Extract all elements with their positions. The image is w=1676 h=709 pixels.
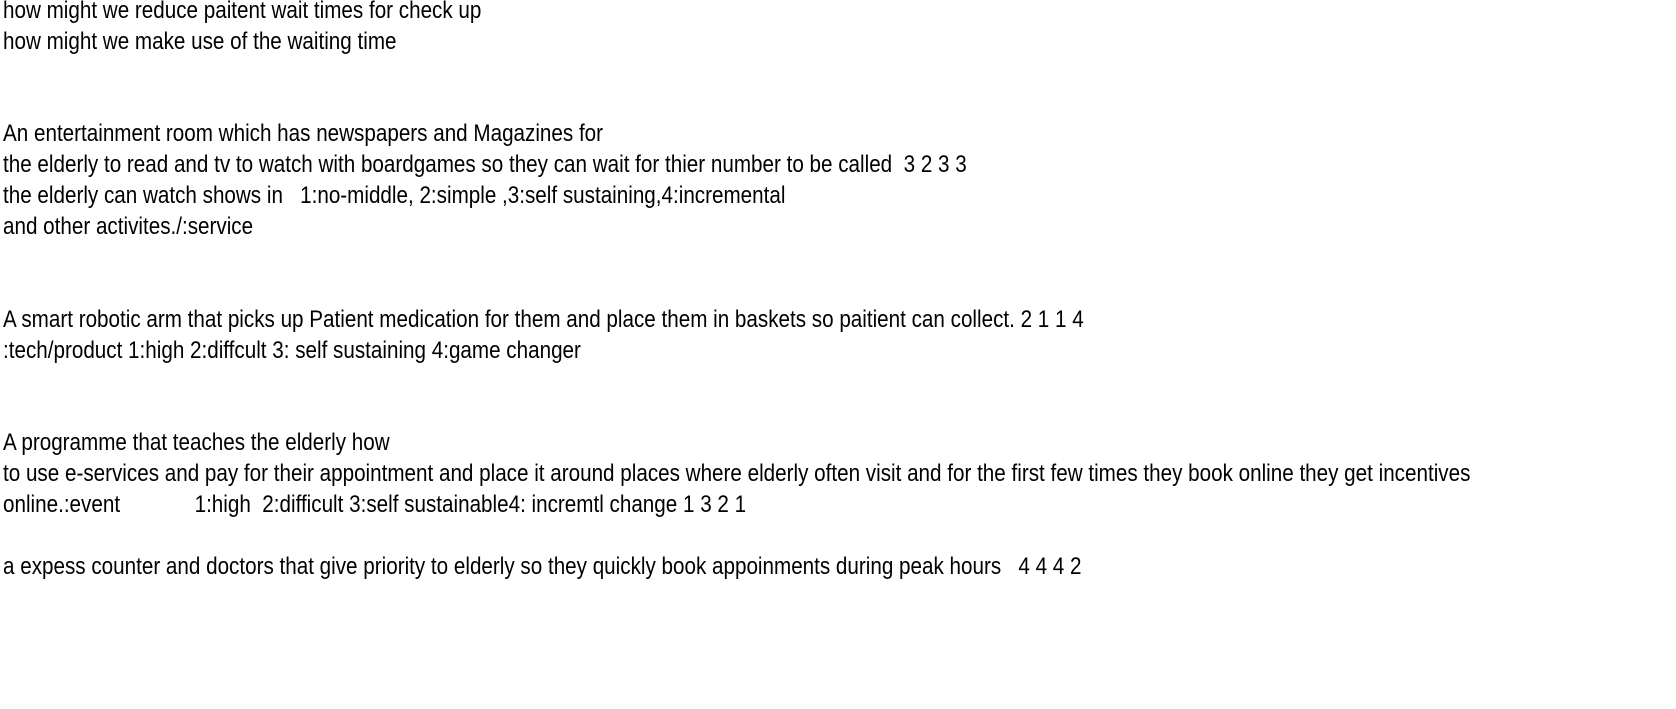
idea-1-line-4: and other activites./:service <box>3 213 254 240</box>
idea-3-line-2: to use e-services and pay for their appo… <box>3 460 1471 487</box>
hmw-question-2: how might we make use of the waiting tim… <box>3 28 397 55</box>
document-body: how might we reduce paitent wait times f… <box>3 0 1673 709</box>
idea-2-line-2: :tech/product 1:high 2:diffcult 3: self … <box>3 337 581 364</box>
hmw-question-1: how might we reduce paitent wait times f… <box>3 0 482 24</box>
idea-4-line-1: a expess counter and doctors that give p… <box>3 553 1082 580</box>
idea-1-line-2: the elderly to read and tv to watch with… <box>3 151 967 178</box>
idea-3-line-3: online.:event 1:high 2:difficult 3:self … <box>3 491 747 518</box>
idea-1-line-1: An entertainment room which has newspape… <box>3 120 604 147</box>
idea-3-line-1: A programme that teaches the elderly how <box>3 429 390 456</box>
idea-1-line-3: the elderly can watch shows in 1:no-midd… <box>3 182 786 209</box>
idea-2-line-1: A smart robotic arm that picks up Patien… <box>3 306 1084 333</box>
